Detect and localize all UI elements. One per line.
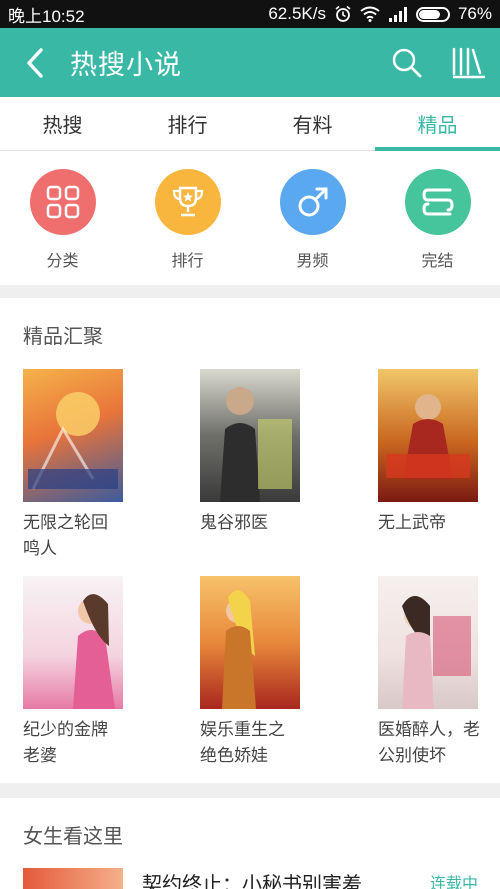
- book-cover: [378, 576, 478, 709]
- book-title[interactable]: 契约终止：小秘书别害羞: [142, 868, 362, 889]
- book-title: 纪少的金牌老婆: [23, 720, 108, 766]
- quick-link-ranking[interactable]: 排行: [125, 169, 250, 285]
- male-symbol-icon: [279, 169, 346, 235]
- quick-link-label: 男频: [296, 251, 329, 270]
- quick-link-label: 分类: [46, 251, 79, 270]
- section-title: 女生看这里: [23, 824, 123, 848]
- quick-links: 分类 排行 男频 完结: [0, 151, 500, 285]
- tab-hot-search[interactable]: 热搜: [0, 97, 125, 150]
- search-icon: [392, 48, 422, 77]
- girls-section: 女生看这里 契约终止：小秘书别害羞 连载中: [0, 798, 500, 889]
- book-card[interactable]: 医婚醉人，老公别使坏: [378, 576, 500, 769]
- back-button[interactable]: [0, 28, 70, 97]
- book-card[interactable]: 娱乐重生之绝色娇娃: [200, 576, 330, 769]
- alarm-icon: [334, 5, 352, 23]
- quick-link-category[interactable]: 分类: [0, 169, 125, 285]
- book-cover[interactable]: [23, 868, 123, 889]
- book-card[interactable]: 纪少的金牌老婆: [23, 576, 153, 769]
- network-speed: 62.5K/s: [268, 4, 326, 23]
- back-arrow-icon: [27, 47, 43, 78]
- book-title: 医婚醉人，老公别使坏: [378, 720, 480, 766]
- book-cover: [200, 576, 300, 709]
- quick-link-label: 排行: [171, 251, 204, 270]
- category-grid-icon: [29, 169, 96, 235]
- battery-icon: [415, 6, 450, 22]
- quick-link-finished[interactable]: 完结: [375, 169, 500, 285]
- quick-link-male[interactable]: 男频: [250, 169, 375, 285]
- book-title: 无上武帝: [378, 513, 446, 533]
- trophy-icon: [154, 169, 221, 235]
- tab-bar: 热搜 排行 有料 精品: [0, 97, 500, 151]
- book-cover: [378, 369, 478, 502]
- book-cover: [23, 369, 123, 502]
- page-title: 热搜小说: [70, 50, 182, 81]
- tab-ranking[interactable]: 排行: [125, 97, 250, 150]
- book-card[interactable]: 无限之轮回鸣人: [23, 369, 153, 562]
- bookshelf-icon: [452, 47, 485, 78]
- book-title: 娱乐重生之绝色娇娃: [200, 720, 285, 766]
- book-title: 无限之轮回鸣人: [23, 513, 108, 559]
- quick-link-label: 完结: [421, 251, 454, 270]
- status-badge: 连载中: [429, 874, 478, 889]
- bookshelf-button[interactable]: [438, 28, 500, 97]
- finished-book-icon: [404, 169, 471, 235]
- book-card[interactable]: 无上武帝: [378, 369, 500, 536]
- book-cover: [200, 369, 300, 502]
- tab-premium[interactable]: 精品: [375, 97, 500, 151]
- book-title: 鬼谷邪医: [200, 513, 268, 533]
- app-bar: 热搜小说: [0, 28, 500, 97]
- signal-icon: [388, 6, 408, 22]
- search-button[interactable]: [376, 28, 438, 97]
- book-card[interactable]: 鬼谷邪医: [200, 369, 330, 536]
- status-bar: 晚上10:52 62.5K/s 76%: [0, 0, 500, 28]
- wifi-icon: [360, 6, 380, 22]
- tab-interesting[interactable]: 有料: [250, 97, 375, 150]
- featured-section: 精品汇聚 无限之轮回鸣人 鬼谷邪医 无上武帝 纪少的金牌老婆 娱乐重生之绝色娇娃: [0, 298, 500, 783]
- section-title: 精品汇聚: [23, 324, 103, 348]
- book-cover: [23, 576, 123, 709]
- battery-percent: 76%: [457, 4, 492, 23]
- status-time: 晚上10:52: [8, 6, 85, 26]
